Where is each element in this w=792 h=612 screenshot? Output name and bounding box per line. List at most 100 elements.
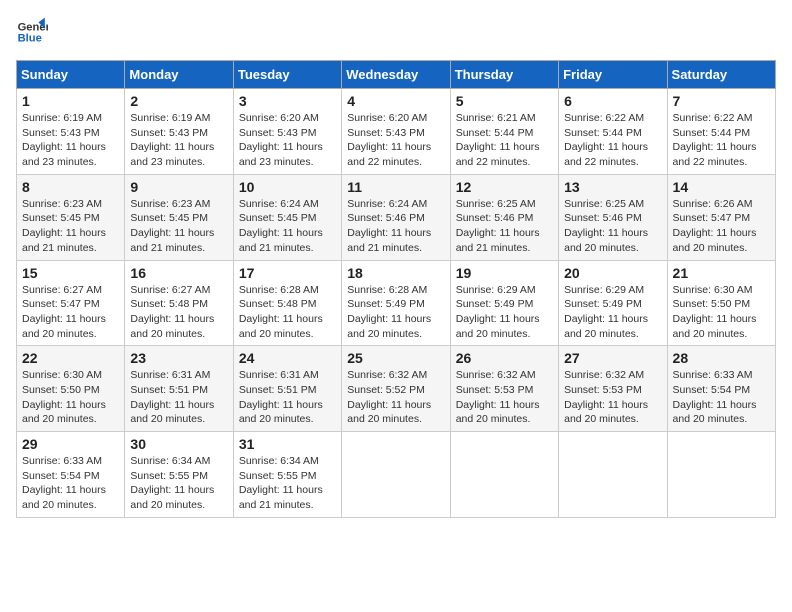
svg-text:Blue: Blue <box>18 33 42 45</box>
page-header: General Blue <box>16 16 776 48</box>
day-number: 1 <box>22 93 119 109</box>
calendar-day-20: 20 Sunrise: 6:29 AMSunset: 5:49 PMDaylig… <box>559 260 667 346</box>
calendar-day-9: 9 Sunrise: 6:23 AMSunset: 5:45 PMDayligh… <box>125 174 233 260</box>
day-number: 13 <box>564 179 661 195</box>
calendar-day-26: 26 Sunrise: 6:32 AMSunset: 5:53 PMDaylig… <box>450 346 558 432</box>
day-number: 22 <box>22 350 119 366</box>
day-number: 25 <box>347 350 444 366</box>
day-info: Sunrise: 6:31 AMSunset: 5:51 PMDaylight:… <box>130 369 214 425</box>
calendar-day-17: 17 Sunrise: 6:28 AMSunset: 5:48 PMDaylig… <box>233 260 341 346</box>
day-number: 5 <box>456 93 553 109</box>
day-info: Sunrise: 6:28 AMSunset: 5:49 PMDaylight:… <box>347 284 431 340</box>
logo: General Blue <box>16 16 48 48</box>
day-info: Sunrise: 6:22 AMSunset: 5:44 PMDaylight:… <box>564 112 648 168</box>
day-number: 27 <box>564 350 661 366</box>
day-number: 9 <box>130 179 227 195</box>
calendar-day-3: 3 Sunrise: 6:20 AMSunset: 5:43 PMDayligh… <box>233 89 341 175</box>
day-info: Sunrise: 6:29 AMSunset: 5:49 PMDaylight:… <box>564 284 648 340</box>
day-info: Sunrise: 6:32 AMSunset: 5:52 PMDaylight:… <box>347 369 431 425</box>
day-number: 16 <box>130 265 227 281</box>
empty-cell <box>450 432 558 518</box>
day-info: Sunrise: 6:27 AMSunset: 5:47 PMDaylight:… <box>22 284 106 340</box>
calendar-day-23: 23 Sunrise: 6:31 AMSunset: 5:51 PMDaylig… <box>125 346 233 432</box>
calendar-week-1: 1 Sunrise: 6:19 AMSunset: 5:43 PMDayligh… <box>17 89 776 175</box>
calendar-day-28: 28 Sunrise: 6:33 AMSunset: 5:54 PMDaylig… <box>667 346 775 432</box>
weekday-header-tuesday: Tuesday <box>233 61 341 89</box>
calendar-day-13: 13 Sunrise: 6:25 AMSunset: 5:46 PMDaylig… <box>559 174 667 260</box>
calendar-day-27: 27 Sunrise: 6:32 AMSunset: 5:53 PMDaylig… <box>559 346 667 432</box>
calendar-day-1: 1 Sunrise: 6:19 AMSunset: 5:43 PMDayligh… <box>17 89 125 175</box>
day-info: Sunrise: 6:31 AMSunset: 5:51 PMDaylight:… <box>239 369 323 425</box>
calendar-day-14: 14 Sunrise: 6:26 AMSunset: 5:47 PMDaylig… <box>667 174 775 260</box>
calendar-day-30: 30 Sunrise: 6:34 AMSunset: 5:55 PMDaylig… <box>125 432 233 518</box>
calendar-day-31: 31 Sunrise: 6:34 AMSunset: 5:55 PMDaylig… <box>233 432 341 518</box>
day-number: 23 <box>130 350 227 366</box>
calendar-day-2: 2 Sunrise: 6:19 AMSunset: 5:43 PMDayligh… <box>125 89 233 175</box>
calendar-table: SundayMondayTuesdayWednesdayThursdayFrid… <box>16 60 776 518</box>
calendar-week-5: 29 Sunrise: 6:33 AMSunset: 5:54 PMDaylig… <box>17 432 776 518</box>
day-info: Sunrise: 6:28 AMSunset: 5:48 PMDaylight:… <box>239 284 323 340</box>
day-number: 31 <box>239 436 336 452</box>
calendar-day-22: 22 Sunrise: 6:30 AMSunset: 5:50 PMDaylig… <box>17 346 125 432</box>
day-number: 2 <box>130 93 227 109</box>
day-info: Sunrise: 6:25 AMSunset: 5:46 PMDaylight:… <box>564 198 648 254</box>
day-info: Sunrise: 6:29 AMSunset: 5:49 PMDaylight:… <box>456 284 540 340</box>
day-info: Sunrise: 6:34 AMSunset: 5:55 PMDaylight:… <box>130 455 214 511</box>
day-info: Sunrise: 6:32 AMSunset: 5:53 PMDaylight:… <box>564 369 648 425</box>
day-info: Sunrise: 6:32 AMSunset: 5:53 PMDaylight:… <box>456 369 540 425</box>
calendar-day-12: 12 Sunrise: 6:25 AMSunset: 5:46 PMDaylig… <box>450 174 558 260</box>
calendar-day-18: 18 Sunrise: 6:28 AMSunset: 5:49 PMDaylig… <box>342 260 450 346</box>
day-number: 14 <box>673 179 770 195</box>
day-info: Sunrise: 6:19 AMSunset: 5:43 PMDaylight:… <box>130 112 214 168</box>
day-number: 17 <box>239 265 336 281</box>
day-number: 19 <box>456 265 553 281</box>
day-number: 15 <box>22 265 119 281</box>
day-number: 30 <box>130 436 227 452</box>
day-info: Sunrise: 6:21 AMSunset: 5:44 PMDaylight:… <box>456 112 540 168</box>
day-info: Sunrise: 6:34 AMSunset: 5:55 PMDaylight:… <box>239 455 323 511</box>
calendar-day-24: 24 Sunrise: 6:31 AMSunset: 5:51 PMDaylig… <box>233 346 341 432</box>
calendar-day-7: 7 Sunrise: 6:22 AMSunset: 5:44 PMDayligh… <box>667 89 775 175</box>
day-info: Sunrise: 6:27 AMSunset: 5:48 PMDaylight:… <box>130 284 214 340</box>
weekday-header-sunday: Sunday <box>17 61 125 89</box>
calendar-week-2: 8 Sunrise: 6:23 AMSunset: 5:45 PMDayligh… <box>17 174 776 260</box>
weekday-header-wednesday: Wednesday <box>342 61 450 89</box>
day-info: Sunrise: 6:30 AMSunset: 5:50 PMDaylight:… <box>673 284 757 340</box>
calendar-day-11: 11 Sunrise: 6:24 AMSunset: 5:46 PMDaylig… <box>342 174 450 260</box>
logo-icon: General Blue <box>16 16 48 48</box>
empty-cell <box>667 432 775 518</box>
weekday-header-monday: Monday <box>125 61 233 89</box>
day-info: Sunrise: 6:20 AMSunset: 5:43 PMDaylight:… <box>347 112 431 168</box>
weekday-header-friday: Friday <box>559 61 667 89</box>
day-info: Sunrise: 6:25 AMSunset: 5:46 PMDaylight:… <box>456 198 540 254</box>
day-info: Sunrise: 6:19 AMSunset: 5:43 PMDaylight:… <box>22 112 106 168</box>
day-info: Sunrise: 6:23 AMSunset: 5:45 PMDaylight:… <box>130 198 214 254</box>
day-info: Sunrise: 6:20 AMSunset: 5:43 PMDaylight:… <box>239 112 323 168</box>
calendar-header-row: SundayMondayTuesdayWednesdayThursdayFrid… <box>17 61 776 89</box>
day-info: Sunrise: 6:24 AMSunset: 5:46 PMDaylight:… <box>347 198 431 254</box>
day-number: 8 <box>22 179 119 195</box>
day-number: 28 <box>673 350 770 366</box>
day-number: 4 <box>347 93 444 109</box>
day-info: Sunrise: 6:33 AMSunset: 5:54 PMDaylight:… <box>22 455 106 511</box>
calendar-day-15: 15 Sunrise: 6:27 AMSunset: 5:47 PMDaylig… <box>17 260 125 346</box>
weekday-header-saturday: Saturday <box>667 61 775 89</box>
day-number: 6 <box>564 93 661 109</box>
day-info: Sunrise: 6:30 AMSunset: 5:50 PMDaylight:… <box>22 369 106 425</box>
day-number: 7 <box>673 93 770 109</box>
day-number: 10 <box>239 179 336 195</box>
calendar-week-3: 15 Sunrise: 6:27 AMSunset: 5:47 PMDaylig… <box>17 260 776 346</box>
day-number: 11 <box>347 179 444 195</box>
calendar-day-6: 6 Sunrise: 6:22 AMSunset: 5:44 PMDayligh… <box>559 89 667 175</box>
calendar-day-10: 10 Sunrise: 6:24 AMSunset: 5:45 PMDaylig… <box>233 174 341 260</box>
day-number: 12 <box>456 179 553 195</box>
day-number: 18 <box>347 265 444 281</box>
day-number: 26 <box>456 350 553 366</box>
calendar-day-21: 21 Sunrise: 6:30 AMSunset: 5:50 PMDaylig… <box>667 260 775 346</box>
calendar-day-29: 29 Sunrise: 6:33 AMSunset: 5:54 PMDaylig… <box>17 432 125 518</box>
day-number: 3 <box>239 93 336 109</box>
day-info: Sunrise: 6:26 AMSunset: 5:47 PMDaylight:… <box>673 198 757 254</box>
empty-cell <box>342 432 450 518</box>
day-info: Sunrise: 6:22 AMSunset: 5:44 PMDaylight:… <box>673 112 757 168</box>
calendar-day-25: 25 Sunrise: 6:32 AMSunset: 5:52 PMDaylig… <box>342 346 450 432</box>
